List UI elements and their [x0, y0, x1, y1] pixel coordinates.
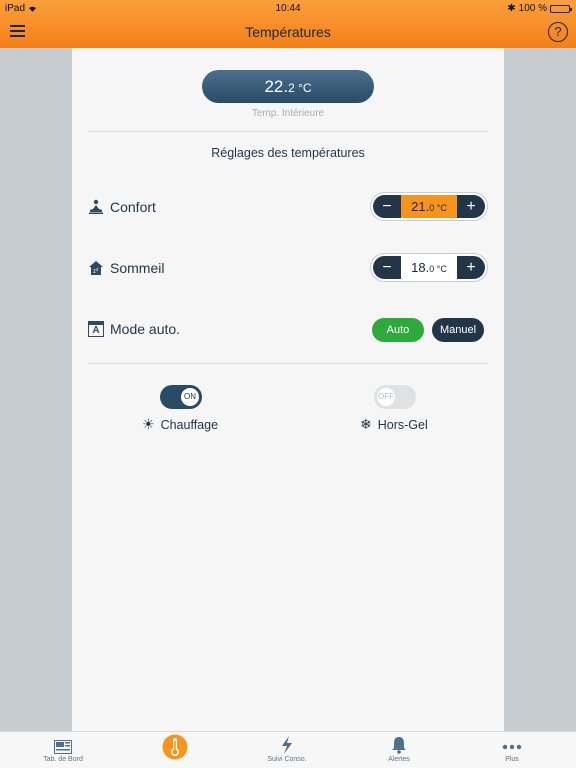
confort-value: 21.0 °C [401, 195, 457, 218]
mode-label-row: A Mode auto. [88, 321, 180, 337]
chauffage-label: Chauffage [160, 417, 219, 432]
calendar-icon: A [88, 321, 104, 337]
tab-alerts[interactable]: Alertes [349, 732, 449, 768]
confort-label: Confort [110, 199, 156, 215]
status-right: ✱ 100 % [507, 3, 572, 14]
tab-bar: Tab. de Bord Suivi Conso. Alertes Plus [0, 731, 576, 768]
horsgel-toggle-state: OFF [377, 388, 395, 406]
sommeil-label: Sommeil [110, 260, 165, 276]
horsgel-label: Hors-Gel [377, 417, 428, 432]
more-icon [502, 744, 522, 750]
lightning-icon [282, 736, 292, 754]
status-bar: iPad 10:44 ✱ 100 % [0, 0, 576, 16]
tab-more[interactable]: Plus [462, 732, 562, 768]
tab-dashboard[interactable]: Tab. de Bord [13, 732, 113, 768]
top-bar: iPad 10:44 ✱ 100 % Températures ? [0, 0, 576, 48]
chauffage-toggle[interactable]: ON [160, 385, 202, 409]
divider [88, 131, 488, 132]
sommeil-increase-button[interactable]: + [457, 256, 485, 279]
manual-mode-button[interactable]: Manuel [432, 318, 484, 342]
mode-label: Mode auto. [110, 321, 181, 337]
thermometer-icon [162, 734, 188, 760]
horsgel-toggle[interactable]: OFF [374, 385, 416, 409]
sommeil-label-row: z z Sommeil [88, 260, 164, 276]
meditation-icon [89, 199, 103, 214]
settings-title: Réglages des températures [211, 146, 365, 160]
snowflake-icon: ❄ [360, 416, 372, 432]
sommeil-stepper: − 18.0 °C + [370, 253, 488, 282]
confort-increase-button[interactable]: + [457, 195, 485, 218]
main-panel: 22.2 °C Temp. Intérieure Réglages des te… [72, 48, 504, 731]
chauffage-label-row: ☀ Chauffage [142, 416, 218, 433]
bluetooth-icon: ✱ [507, 3, 516, 14]
battery-percent: 100 % [518, 3, 547, 14]
indoor-temperature-display: 22.2 °C [202, 70, 374, 103]
bell-icon [392, 737, 406, 754]
sleep-house-icon: z z [89, 261, 103, 275]
tab-more-label: Plus [505, 756, 519, 763]
chauffage-toggle-state: ON [181, 388, 199, 406]
dashboard-icon [54, 740, 72, 754]
sommeil-decrease-button[interactable]: − [373, 256, 401, 279]
indoor-temp-caption: Temp. Intérieure [251, 108, 325, 119]
auto-mode-button[interactable]: Auto [372, 318, 424, 342]
page-title: Températures [245, 24, 331, 40]
tab-dashboard-label: Tab. de Bord [43, 756, 83, 763]
battery-icon [550, 4, 572, 13]
sommeil-value: 18.0 °C [401, 256, 457, 279]
sun-icon: ☀ [142, 416, 155, 432]
tab-alerts-label: Alertes [388, 756, 410, 763]
tab-temperatures[interactable] [125, 732, 225, 768]
confort-stepper: − 21.0 °C + [370, 192, 488, 221]
confort-decrease-button[interactable]: − [373, 195, 401, 218]
help-icon[interactable]: ? [548, 22, 568, 42]
confort-label-row: Confort [88, 199, 156, 215]
horsgel-label-row: ❄ Hors-Gel [360, 416, 428, 433]
tab-consumption[interactable]: Suivi Conso. [237, 732, 337, 768]
indoor-temp-decimal: 2 °C [288, 81, 312, 95]
status-time: 10:44 [275, 3, 301, 14]
indoor-temp-value: 22. [264, 77, 289, 96]
divider [88, 363, 488, 364]
tab-consumption-label: Suivi Conso. [267, 756, 307, 763]
